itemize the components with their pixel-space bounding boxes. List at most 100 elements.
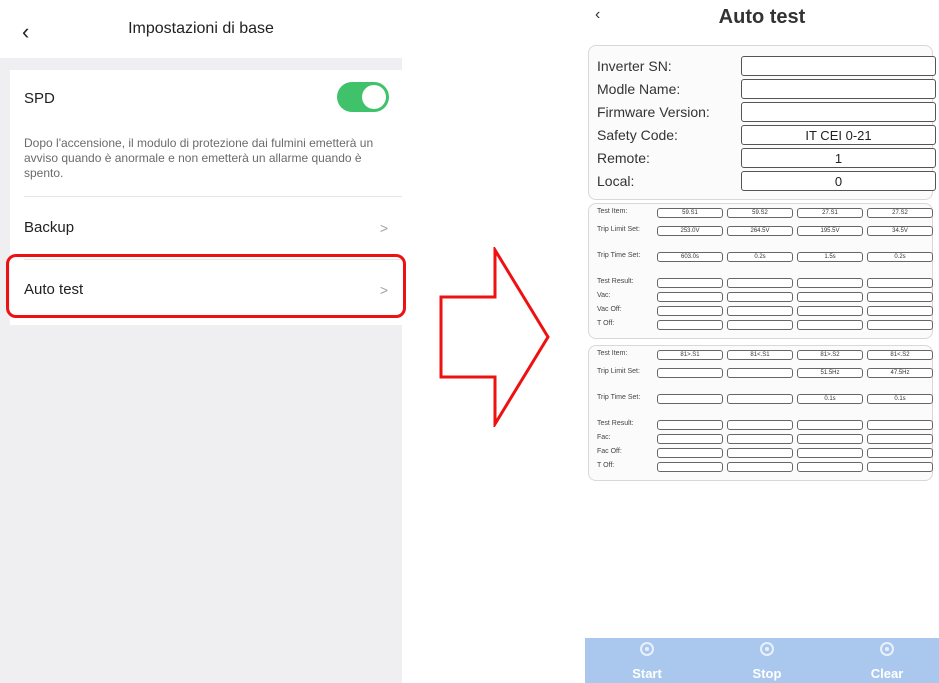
- table-row-label: Fac Off:: [597, 448, 622, 455]
- table-cell: 0.2s: [867, 252, 933, 262]
- table-row-label: Trip Time Set:: [597, 252, 641, 259]
- table-cell: [657, 420, 723, 430]
- right-arrow-outline-icon: [439, 247, 550, 427]
- table-cell: [727, 278, 793, 288]
- info-label: Modle Name:: [597, 81, 681, 97]
- table-cell: [727, 394, 793, 404]
- table-cell: 0.2s: [727, 252, 793, 262]
- firmware-version-field: [741, 102, 936, 122]
- info-label: Local:: [597, 173, 635, 189]
- start-button[interactable]: Start: [617, 642, 677, 681]
- page-title: Auto test: [718, 6, 806, 28]
- table-cell: [727, 462, 793, 472]
- table-row-label: Test Result:: [597, 278, 634, 285]
- table-cell: 34.5V: [867, 226, 933, 236]
- table-row-label: Trip Limit Set:: [597, 368, 640, 375]
- table-row-label: T Off:: [597, 462, 615, 469]
- table-cell: [797, 306, 863, 316]
- table-cell: 0.1s: [867, 394, 933, 404]
- page-title: Impostazioni di base: [128, 20, 274, 37]
- table-cell: [797, 278, 863, 288]
- table-cell: 59.S2: [727, 208, 793, 218]
- table-row-label: Vac:: [597, 292, 611, 299]
- clear-button[interactable]: Clear: [857, 642, 917, 681]
- frequency-test-table: Test Item: 81>.S1 81<.S1 81>.S2 81<.S2 Trip L…: [588, 345, 933, 481]
- voltage-test-table: Test Item: 59.S1 59.S2 27.S1 27.S2 Trip Limit…: [588, 203, 933, 339]
- device-info-panel: Inverter SN: Modle Name: Firmware Versio…: [588, 45, 936, 200]
- table-cell: 264.5V: [727, 226, 793, 236]
- table-cell: [727, 368, 793, 378]
- table-cell: 0.1s: [797, 394, 863, 404]
- table-cell: [657, 368, 723, 378]
- table-cell: 1.5s: [797, 252, 863, 262]
- table-cell: [867, 278, 933, 288]
- table-cell: [797, 434, 863, 444]
- trash-icon: [880, 642, 894, 656]
- table-cell: [727, 320, 793, 330]
- safety-code-field: IT CEI 0-21: [741, 125, 936, 145]
- spd-label: SPD: [24, 90, 55, 107]
- table-cell: 253.0V: [657, 226, 723, 236]
- table-cell: 195.5V: [797, 226, 863, 236]
- table-cell: 81>.S1: [657, 350, 723, 360]
- highlight-box: [6, 254, 406, 318]
- local-field: 0: [741, 171, 936, 191]
- table-row-label: Trip Time Set:: [597, 394, 641, 401]
- table-cell: 81<.S1: [727, 350, 793, 360]
- table-row-label: Fac:: [597, 434, 611, 441]
- table-cell: [657, 448, 723, 458]
- stop-button[interactable]: Stop: [737, 642, 797, 681]
- table-cell: 59.S1: [657, 208, 723, 218]
- table-cell: [797, 448, 863, 458]
- table-cell: [727, 434, 793, 444]
- table-cell: 47.5Hz: [867, 368, 933, 378]
- table-cell: [657, 320, 723, 330]
- settings-screen: ‹ Impostazioni di base SPD Dopo l'accens…: [0, 0, 406, 683]
- spd-description: Dopo l'accensione, il modulo di protezio…: [24, 136, 374, 180]
- auto-test-screen: ‹ Auto test Inverter SN: Modle Name: Fir…: [585, 0, 939, 683]
- model-name-field: [741, 79, 936, 99]
- inverter-sn-field: [741, 56, 936, 76]
- table-cell: [867, 420, 933, 430]
- info-label: Safety Code:: [597, 127, 678, 143]
- table-row-label: Test Item:: [597, 350, 628, 357]
- settings-header: ‹ Impostazioni di base: [0, 0, 402, 58]
- table-cell: [867, 320, 933, 330]
- table-cell: [867, 306, 933, 316]
- table-cell: 603.0s: [657, 252, 723, 262]
- chevron-right-icon[interactable]: >: [380, 220, 388, 236]
- remote-field: 1: [741, 148, 936, 168]
- section-separator: [10, 58, 402, 70]
- divider: [24, 196, 402, 197]
- table-cell: [657, 462, 723, 472]
- table-cell: [867, 462, 933, 472]
- play-icon: [640, 642, 654, 656]
- toggle-knob: [362, 85, 386, 109]
- table-row-label: Test Result:: [597, 420, 634, 427]
- table-cell: 51.5Hz: [797, 368, 863, 378]
- backup-item-label[interactable]: Backup: [24, 219, 74, 236]
- info-label: Firmware Version:: [597, 104, 710, 120]
- table-row-label: Test Item:: [597, 208, 628, 215]
- table-cell: [657, 292, 723, 302]
- table-cell: [797, 292, 863, 302]
- bottom-action-bar: Start Stop Clear: [585, 638, 939, 683]
- table-cell: [867, 292, 933, 302]
- table-cell: [727, 292, 793, 302]
- info-label: Remote:: [597, 150, 650, 166]
- table-cell: 27.S1: [797, 208, 863, 218]
- table-row-label: Trip Limit Set:: [597, 226, 640, 233]
- table-cell: [657, 434, 723, 444]
- info-label: Inverter SN:: [597, 58, 672, 74]
- table-cell: [657, 394, 723, 404]
- table-cell: [867, 448, 933, 458]
- table-cell: [727, 306, 793, 316]
- table-cell: [657, 306, 723, 316]
- table-cell: [797, 420, 863, 430]
- table-cell: [657, 278, 723, 288]
- spd-toggle[interactable]: [337, 82, 389, 112]
- table-cell: [797, 462, 863, 472]
- table-cell: [797, 320, 863, 330]
- table-cell: 81<.S2: [867, 350, 933, 360]
- stop-icon: [760, 642, 774, 656]
